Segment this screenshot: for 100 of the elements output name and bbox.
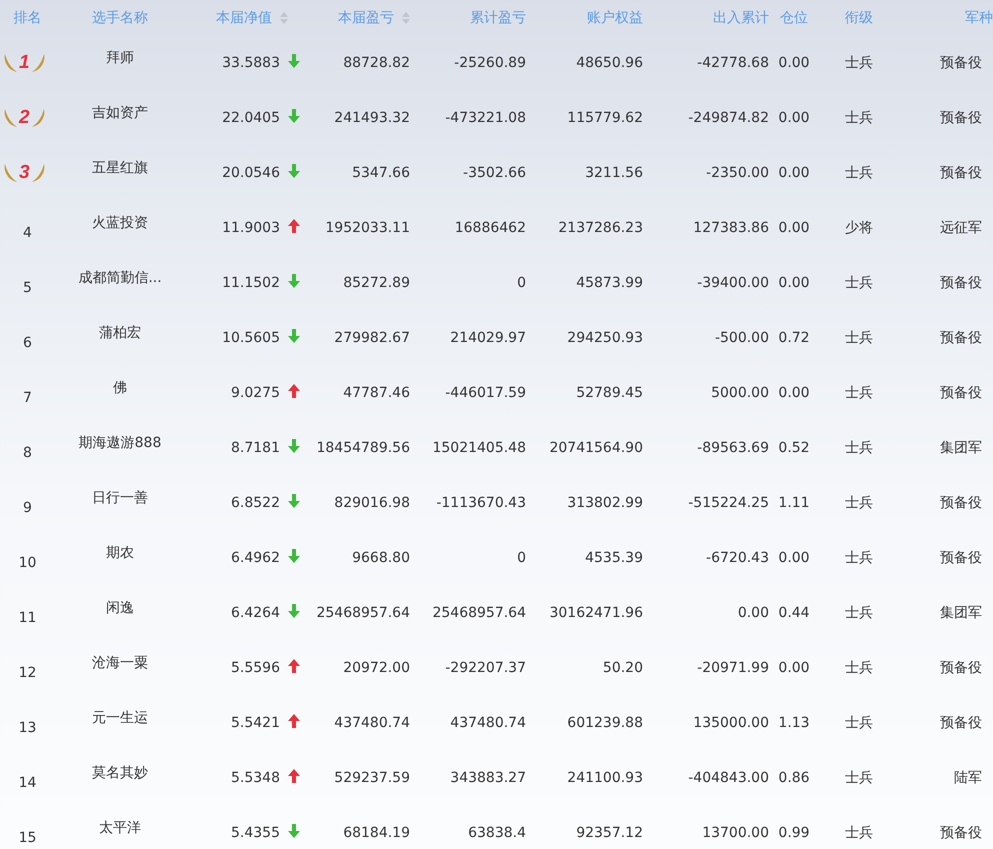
grade-cell: 士兵 <box>845 108 873 126</box>
profit-cell: -292207.37 <box>445 660 526 676</box>
rank-number: 7 <box>23 390 32 406</box>
profit-cell: -25260.89 <box>454 54 526 70</box>
column-header[interactable]: 本届净值 <box>216 8 288 26</box>
position-cell: 0.44 <box>778 604 810 620</box>
sort-icon[interactable] <box>402 12 410 24</box>
branch-cell: 预备役 <box>940 548 982 566</box>
net-value: 10.5605 <box>222 330 280 346</box>
branch-cell: 预备役 <box>940 274 982 292</box>
position-cell: 0.00 <box>778 220 810 236</box>
position-cell: 0.00 <box>778 54 810 70</box>
net-value: 6.8522 <box>231 494 280 510</box>
grade-cell: 少将 <box>845 218 873 236</box>
grade-cell: 士兵 <box>845 658 873 676</box>
position-cell: 0.99 <box>778 824 810 840</box>
equity-cell: 241100.93 <box>567 770 643 786</box>
player-name: 吉如资产 <box>92 104 148 122</box>
position-cell: 0.86 <box>778 770 810 786</box>
profit-cell: 20972.00 <box>343 660 410 676</box>
branch-cell: 预备役 <box>940 164 982 182</box>
flow-cell: 13700.00 <box>702 824 769 840</box>
player-name: 太平洋 <box>99 818 141 836</box>
profit-cell: -473221.08 <box>445 110 526 126</box>
equity-cell: 50.20 <box>602 660 643 676</box>
flow-cell: -20971.99 <box>697 660 769 676</box>
rank-number: 5 <box>23 280 32 296</box>
net-value: 6.4962 <box>231 550 280 566</box>
player-name: 日行一善 <box>92 488 148 506</box>
profit-cell: 18454789.56 <box>316 440 410 456</box>
player-name: 火蓝投资 <box>92 214 148 232</box>
flow-cell: -249874.82 <box>688 110 769 126</box>
profit-cell: 5347.66 <box>352 164 410 180</box>
net-value: 11.9003 <box>222 220 280 236</box>
profit-cell: 0 <box>517 550 526 566</box>
equity-cell: 45873.99 <box>576 274 643 290</box>
profit-cell: 16886462 <box>454 220 526 236</box>
rank-number: 10 <box>18 554 36 570</box>
equity-cell: 115779.62 <box>567 110 643 126</box>
profit-cell: 25468957.64 <box>432 604 526 620</box>
grade-cell: 士兵 <box>845 164 873 182</box>
branch-cell: 集团军 <box>940 604 982 622</box>
flow-cell: 135000.00 <box>693 714 769 730</box>
grade-cell: 士兵 <box>845 438 873 456</box>
rank-number: 15 <box>18 830 36 846</box>
player-name: 佛 <box>113 378 127 396</box>
profit-cell: 1952033.11 <box>325 220 410 236</box>
profit-cell: 88728.82 <box>343 54 410 70</box>
profit-cell: 25468957.64 <box>316 604 410 620</box>
player-name: 蒲柏宏 <box>99 324 141 342</box>
net-value: 5.5421 <box>231 714 280 730</box>
equity-cell: 4535.39 <box>585 550 643 566</box>
position-cell: 0.00 <box>778 660 810 676</box>
grade-cell: 士兵 <box>845 274 873 292</box>
flow-cell: -42778.68 <box>697 54 769 70</box>
sort-icon[interactable] <box>280 12 288 24</box>
equity-cell: 20741564.90 <box>549 440 643 456</box>
equity-cell: 52789.45 <box>576 384 643 400</box>
flow-cell: -39400.00 <box>697 274 769 290</box>
grade-cell: 士兵 <box>845 384 873 402</box>
net-value: 11.1502 <box>222 274 280 290</box>
equity-cell: 48650.96 <box>576 54 643 70</box>
column-header[interactable]: 本届盈亏 <box>338 8 410 26</box>
column-header: 排名 <box>14 8 42 26</box>
equity-cell: 601239.88 <box>567 714 643 730</box>
grade-cell: 士兵 <box>845 604 873 622</box>
branch-cell: 陆军 <box>954 768 982 786</box>
profit-cell: 529237.59 <box>334 770 410 786</box>
flow-cell: 5000.00 <box>711 384 769 400</box>
grade-cell: 士兵 <box>845 328 873 346</box>
equity-cell: 92357.12 <box>576 824 643 840</box>
net-value: 6.4264 <box>231 604 280 620</box>
position-cell: 0.52 <box>778 440 810 456</box>
profit-cell: 437480.74 <box>334 714 410 730</box>
profit-cell: 343883.27 <box>450 770 526 786</box>
equity-cell: 313802.99 <box>567 494 643 510</box>
player-name: 沧海一粟 <box>92 654 148 672</box>
position-cell: 0.00 <box>778 550 810 566</box>
branch-cell: 预备役 <box>940 384 982 402</box>
net-value: 5.4355 <box>231 824 280 840</box>
branch-cell: 预备役 <box>940 824 982 842</box>
profit-cell: 0 <box>517 274 526 290</box>
equity-cell: 3211.56 <box>585 164 643 180</box>
flow-cell: 0.00 <box>738 604 769 620</box>
branch-cell: 预备役 <box>940 108 982 126</box>
rank-number: 13 <box>18 720 36 736</box>
flow-cell: -515224.25 <box>688 494 769 510</box>
net-value: 5.5596 <box>231 660 280 676</box>
player-name: 拜师 <box>106 48 134 66</box>
profit-cell: -3502.66 <box>463 164 526 180</box>
profit-cell: -446017.59 <box>445 384 526 400</box>
flow-cell: -500.00 <box>714 330 769 346</box>
position-cell: 0.72 <box>778 330 810 346</box>
player-name: 元一生运 <box>92 708 148 726</box>
branch-cell: 预备役 <box>940 54 982 72</box>
flow-cell: -6720.43 <box>706 550 769 566</box>
net-value: 9.0275 <box>231 384 280 400</box>
branch-cell: 预备役 <box>940 658 982 676</box>
column-header: 账户权益 <box>587 8 643 26</box>
branch-cell: 预备役 <box>940 714 982 732</box>
